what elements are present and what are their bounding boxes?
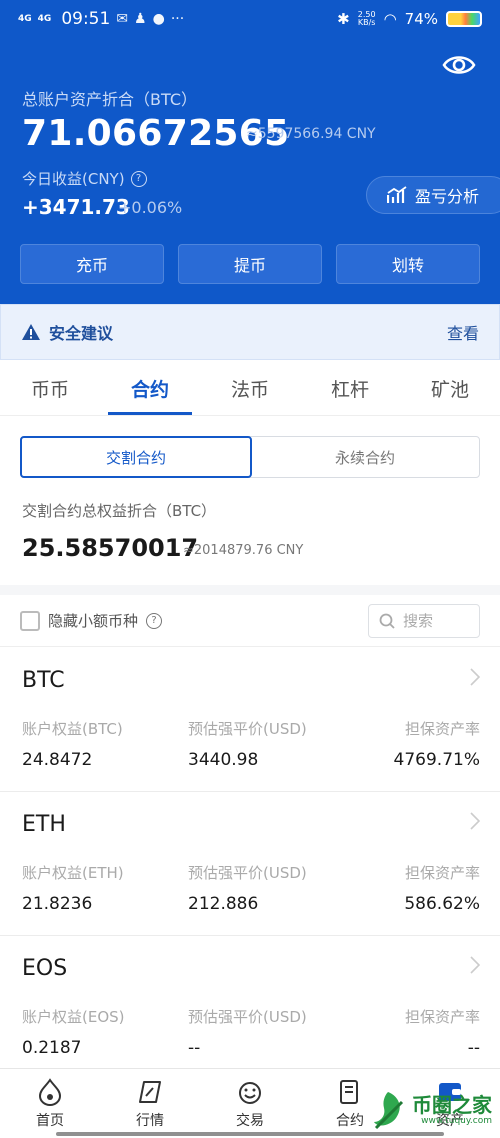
contract-equity-cny: ≈2014879.76 CNY: [183, 543, 304, 558]
hide-small-label[interactable]: 隐藏小额币种: [48, 610, 138, 631]
search-input[interactable]: [403, 611, 467, 630]
liquidation-label: 预估强平价(USD): [188, 720, 307, 738]
nav-trade[interactable]: 交易: [200, 1069, 300, 1138]
bluetooth-icon: ✱: [337, 10, 350, 28]
chevron-right-icon: [470, 812, 480, 830]
equity-value: 24.8472: [22, 750, 93, 770]
network-speed: 2.50 KB/s: [358, 11, 376, 27]
today-earnings-label: 今日收益(CNY) ?: [22, 168, 147, 189]
pnl-analysis-label: 盈亏分析: [415, 187, 480, 206]
search-icon: [379, 613, 395, 629]
more-notifications-icon: ···: [170, 11, 185, 27]
safety-text: 安全建议: [49, 324, 114, 343]
nav-home-label: 首页: [36, 1112, 64, 1129]
signal-icon-1: 4G: [18, 13, 32, 24]
pnl-analysis-button[interactable]: 盈亏分析: [366, 176, 500, 214]
wechat-icon: ✉: [116, 11, 129, 27]
trade-icon: [239, 1081, 261, 1104]
asset-tabs: 币币 合约 法币 杠杆 矿池: [0, 362, 500, 416]
deposit-button[interactable]: 充币: [20, 244, 164, 284]
today-earnings-percent: +0.06%: [118, 198, 183, 217]
section-divider: [0, 585, 500, 595]
margin-ratio-label: 担保资产率: [404, 864, 480, 882]
subtab-futures[interactable]: 交割合约: [20, 436, 252, 478]
contract-subtabs: 交割合约 永续合约: [20, 436, 480, 478]
total-assets-cny: ≈5597566.94 CNY: [246, 126, 376, 142]
market-icon: [139, 1080, 161, 1103]
equity-label: 账户权益(BTC): [22, 720, 123, 738]
coin-name: EOS: [22, 956, 68, 981]
signal-icon-2: 4G: [37, 13, 52, 24]
today-earnings-value: +3471.73: [22, 195, 130, 219]
nav-market-label: 行情: [136, 1112, 164, 1129]
filter-row: 隐藏小额币种 ?: [0, 595, 500, 647]
clock: 09:51: [61, 9, 111, 29]
status-bar-right: ✱ 2.50 KB/s ◠ 74%: [337, 10, 482, 28]
coin-name: ETH: [22, 812, 66, 837]
safety-banner[interactable]: 安全建议 查看: [0, 304, 500, 360]
watermark-url: www.tuquy.com: [421, 1115, 492, 1126]
nav-market[interactable]: 行情: [100, 1069, 200, 1138]
margin-ratio-value: 4769.71%: [393, 750, 480, 770]
contract-equity-value: 25.58570017: [22, 534, 199, 562]
subtab-perpetual[interactable]: 永续合约: [251, 437, 479, 477]
app-icon: ●: [152, 11, 165, 27]
warning-icon: [22, 324, 40, 340]
coin-card-btc[interactable]: BTC 账户权益(BTC) 预估强平价(USD) 担保资产率 24.8472 3…: [0, 648, 500, 792]
nav-contract-label: 合约: [336, 1112, 364, 1129]
wifi-icon: ◠: [383, 10, 397, 28]
status-bar: 4G 4G 09:51 ✉ ♟ ● ··· ✱ 2.50 KB/s ◠ 74%: [0, 0, 500, 38]
equity-value: 21.8236: [22, 894, 93, 914]
liquidation-label: 预估强平价(USD): [188, 1008, 307, 1026]
today-earnings-text: 今日收益(CNY): [22, 170, 125, 188]
coin-card-eos[interactable]: EOS 账户权益(EOS) 预估强平价(USD) 担保资产率 0.2187 --…: [0, 936, 500, 1080]
chevron-right-icon: [470, 668, 480, 686]
liquidation-value: --: [188, 1038, 201, 1058]
nav-trade-label: 交易: [236, 1112, 264, 1129]
chart-trend-icon: [387, 186, 407, 203]
equity-label: 账户权益(ETH): [22, 864, 124, 882]
tab-spot[interactable]: 币币: [0, 362, 100, 415]
status-bar-left: 4G 4G 09:51 ✉ ♟ ● ···: [18, 9, 184, 29]
liquidation-value: 212.886: [188, 894, 259, 914]
watermark-text: 币圈之家: [412, 1092, 492, 1117]
nav-home[interactable]: 首页: [0, 1069, 100, 1138]
tab-margin[interactable]: 杠杆: [300, 362, 400, 415]
hide-small-checkbox[interactable]: [20, 610, 40, 631]
margin-ratio-value: --: [467, 1038, 480, 1058]
help-icon[interactable]: ?: [146, 612, 163, 629]
contract-icon: [340, 1079, 358, 1104]
total-assets-label: 总账户资产折合（BTC）: [22, 90, 197, 109]
equity-value: 0.2187: [22, 1038, 82, 1058]
withdraw-button[interactable]: 提币: [178, 244, 322, 284]
battery-icon: [446, 11, 482, 27]
action-buttons: 充币 提币 划转: [20, 244, 480, 284]
transfer-button[interactable]: 划转: [336, 244, 480, 284]
tab-pool[interactable]: 矿池: [400, 362, 500, 415]
home-icon: [38, 1077, 62, 1106]
safety-view-link[interactable]: 查看: [447, 320, 479, 344]
battery-percent: 74%: [404, 10, 438, 28]
margin-ratio-value: 586.62%: [404, 894, 480, 914]
equity-label: 账户权益(EOS): [22, 1008, 125, 1026]
tab-fiat[interactable]: 法币: [200, 362, 300, 415]
eye-icon[interactable]: [442, 52, 476, 78]
home-indicator[interactable]: [56, 1132, 444, 1136]
asset-header: 总账户资产折合（BTC） 71.06672565 ≈5597566.94 CNY…: [0, 38, 500, 304]
margin-ratio-label: 担保资产率: [404, 1008, 480, 1026]
chevron-right-icon: [470, 956, 480, 974]
speed-unit: KB/s: [357, 18, 376, 27]
watermark: 币圈之家 www.tuquy.com: [368, 1088, 492, 1132]
tab-contract[interactable]: 合约: [100, 362, 200, 415]
qq-icon: ♟: [134, 11, 147, 27]
coin-name: BTC: [22, 668, 65, 693]
search-box[interactable]: [368, 603, 480, 638]
contract-equity-label: 交割合约总权益折合（BTC）: [22, 502, 217, 520]
margin-ratio-label: 担保资产率: [404, 720, 480, 738]
coin-card-eth[interactable]: ETH 账户权益(ETH) 预估强平价(USD) 担保资产率 21.8236 2…: [0, 792, 500, 936]
help-icon[interactable]: ?: [130, 170, 147, 187]
watermark-logo: [374, 1092, 404, 1130]
liquidation-label: 预估强平价(USD): [188, 864, 307, 882]
liquidation-value: 3440.98: [188, 750, 259, 770]
